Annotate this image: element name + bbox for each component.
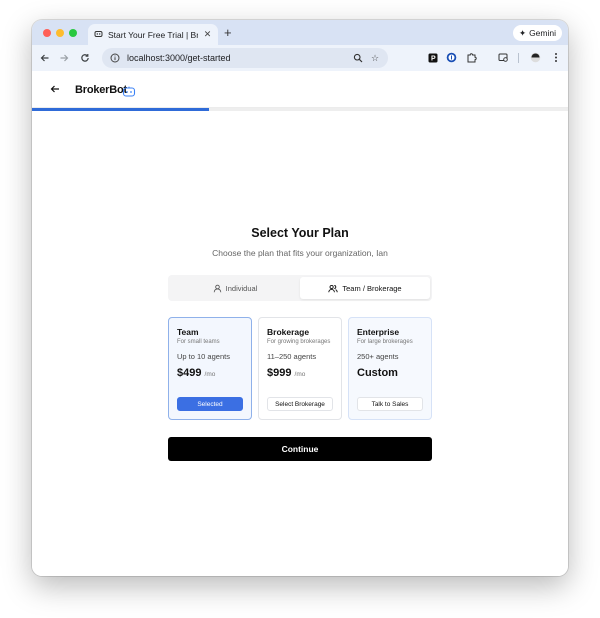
toggle-option-team-brokerage[interactable]: Team / Brokerage <box>300 277 430 299</box>
extensions-puzzle-icon[interactable] <box>466 52 477 63</box>
plan-price-amount: $999 <box>267 366 292 379</box>
plan-description: For growing brokerages <box>267 339 331 345</box>
page-title: Select Your Plan <box>251 226 349 240</box>
profile-avatar-icon[interactable] <box>530 52 541 63</box>
password-manager-icon[interactable] <box>446 52 457 63</box>
plan-agents: 250+ agents <box>357 351 399 361</box>
maximize-window-button[interactable] <box>69 29 77 37</box>
tab-title: Start Your Free Trial | BrokerB <box>108 29 198 40</box>
plan-card-enterprise[interactable]: Enterprise For large brokerages 250+ age… <box>348 317 432 420</box>
zoom-icon[interactable] <box>353 53 363 63</box>
user-icon <box>213 284 221 292</box>
svg-text:P: P <box>431 55 436 62</box>
bookmark-star-icon[interactable]: ☆ <box>370 53 380 63</box>
toggle-label-individual: Individual <box>225 283 258 293</box>
plan-description: For large brokerages <box>357 339 413 345</box>
plan-name: Team <box>177 327 199 337</box>
plan-card-brokerage[interactable]: Brokerage For growing brokerages 11–250 … <box>258 317 342 420</box>
plan-description: For small teams <box>177 339 220 345</box>
account-type-toggle: Individual Team / Brokerage <box>168 275 432 301</box>
app-header: BrokerBot <box>32 71 568 108</box>
brand-logo-text: BrokerBot <box>75 84 127 96</box>
close-window-button[interactable] <box>43 29 51 37</box>
progress-bar <box>32 108 568 111</box>
browser-window: Start Your Free Trial | BrokerB ✕ + ✦ Ge… <box>32 20 568 576</box>
back-arrow-icon[interactable] <box>49 82 61 94</box>
plan-price: $999 /mo <box>267 367 333 379</box>
back-icon[interactable] <box>38 51 52 65</box>
plan-price: Custom <box>357 367 423 379</box>
browser-toolbar: localhost:3000/get-started ☆ P <box>32 45 568 71</box>
sparkle-icon: ✦ <box>518 27 527 38</box>
page-subtitle: Choose the plan that fits your organizat… <box>212 248 388 258</box>
reload-icon[interactable] <box>78 51 92 65</box>
plan-price-period: /mo <box>294 370 306 378</box>
tab-strip: Start Your Free Trial | BrokerB ✕ + ✦ Ge… <box>32 20 568 45</box>
plan-agents: Up to 10 agents <box>177 351 230 361</box>
minimize-window-button[interactable] <box>56 29 64 37</box>
selected-plan-button[interactable]: Selected <box>177 397 243 411</box>
plan-price-amount: $499 <box>177 366 202 379</box>
plan-price-period: /mo <box>204 370 216 378</box>
toggle-option-individual[interactable]: Individual <box>170 277 300 299</box>
plan-agents: 11–250 agents <box>267 351 317 361</box>
page-content: BrokerBot Select Your Plan Choose the pl… <box>32 71 568 576</box>
select-brokerage-button[interactable]: Select Brokerage <box>267 397 333 411</box>
talk-to-sales-button[interactable]: Talk to Sales <box>357 397 423 411</box>
continue-button[interactable]: Continue <box>168 437 432 461</box>
plan-price: $499 /mo <box>177 367 243 379</box>
plan-name: Enterprise <box>357 327 400 337</box>
browser-tab[interactable]: Start Your Free Trial | BrokerB ✕ <box>88 24 218 45</box>
plan-price-amount: Custom <box>357 366 398 379</box>
url-text: localhost:3000/get-started <box>127 53 231 63</box>
gemini-label: Gemini <box>529 28 556 38</box>
more-menu-icon[interactable] <box>550 52 561 63</box>
tab-close-icon[interactable]: ✕ <box>203 29 212 40</box>
gemini-button[interactable]: ✦ Gemini <box>512 25 562 41</box>
forward-icon[interactable] <box>57 51 71 65</box>
favicon-icon <box>94 30 103 39</box>
site-info-icon[interactable] <box>110 53 120 63</box>
reading-list-icon[interactable] <box>498 52 509 63</box>
plan-name: Brokerage <box>267 327 310 337</box>
robot-icon <box>122 84 136 97</box>
users-icon <box>328 284 339 292</box>
extension-p-icon[interactable]: P <box>427 52 438 63</box>
progress-fill <box>32 108 209 111</box>
plan-card-team[interactable]: Team For small teams Up to 10 agents $49… <box>168 317 252 420</box>
toolbar-divider <box>518 53 519 63</box>
address-bar[interactable]: localhost:3000/get-started ☆ <box>102 48 388 68</box>
toggle-label-team-brokerage: Team / Brokerage <box>342 283 402 293</box>
new-tab-icon[interactable]: + <box>224 26 232 39</box>
